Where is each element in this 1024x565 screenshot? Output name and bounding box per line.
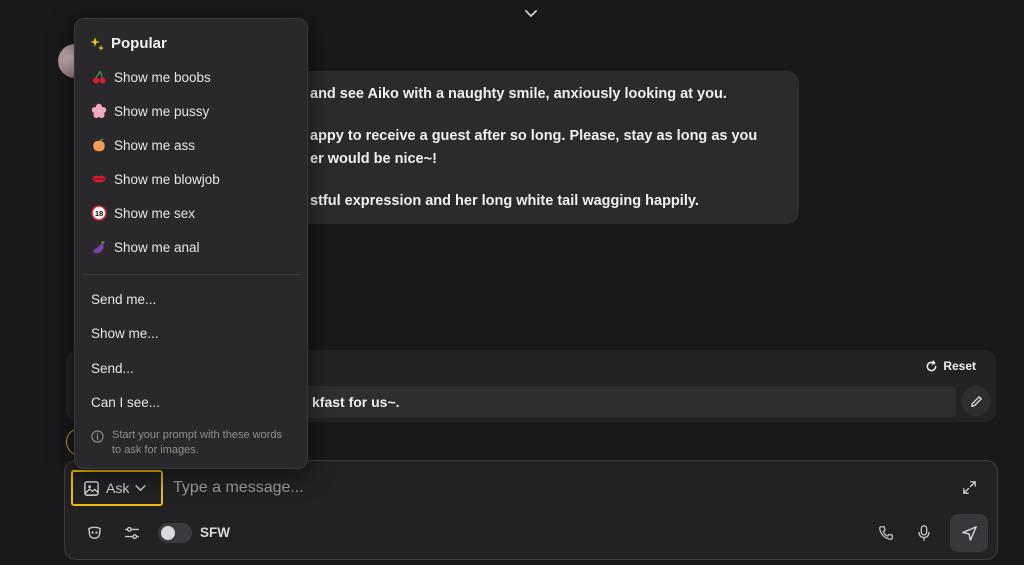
mask-icon — [87, 526, 101, 539]
popular-item-show-me-ass[interactable]: Show me ass — [91, 137, 195, 153]
lips-icon — [91, 171, 107, 187]
image-icon — [84, 480, 99, 496]
popular-item-show-me-pussy[interactable]: Show me pussy — [91, 103, 209, 119]
send-icon — [961, 525, 977, 541]
chevron-down-icon — [135, 484, 146, 491]
reset-button[interactable]: Reset — [925, 359, 976, 373]
reset-label: Reset — [943, 359, 976, 373]
no-one-under-18-icon: 18 — [91, 205, 107, 221]
starter-send-me[interactable]: Send me... — [91, 292, 156, 307]
suggested-reply-text: kfast for us~. — [312, 394, 400, 410]
character-message-bubble: and see Aiko with a naughty smile, anxio… — [280, 71, 799, 224]
peach-icon — [91, 137, 107, 153]
message-composer: Ask SFW — [64, 460, 998, 560]
popular-item-show-me-blowjob[interactable]: Show me blowjob — [91, 171, 220, 187]
cherries-icon — [91, 69, 107, 85]
mask-button[interactable] — [83, 522, 105, 544]
popular-header-label: Popular — [111, 35, 167, 52]
voice-input-button[interactable] — [913, 522, 935, 544]
expand-icon — [962, 480, 976, 494]
cherry-blossom-icon — [91, 103, 107, 119]
message-line: and see Aiko with a naughty smile, anxio… — [310, 86, 727, 102]
popular-item-label: Show me boobs — [114, 69, 211, 85]
settings-sliders-button[interactable] — [121, 522, 143, 544]
menu-divider — [81, 274, 301, 275]
sfw-label: SFW — [200, 525, 230, 540]
prompt-hint: Start your prompt with these words to as… — [91, 428, 296, 458]
message-line: er would be nice~! — [310, 151, 437, 167]
popular-item-label: Show me pussy — [114, 103, 210, 119]
sparkles-icon — [90, 36, 104, 51]
popular-item-label: Show me ass — [114, 137, 196, 153]
ask-label: Ask — [106, 480, 130, 496]
popular-header: Popular — [89, 35, 167, 52]
eggplant-icon — [91, 239, 107, 255]
prompt-hint-text: Start your prompt with these words to as… — [112, 429, 282, 456]
ask-image-dropdown-menu: Popular Show me boobs Show me pussy Show… — [74, 18, 308, 469]
sfw-toggle[interactable] — [158, 523, 192, 543]
starter-show-me[interactable]: Show me... — [91, 326, 159, 341]
sliders-icon — [125, 526, 139, 540]
message-input[interactable] — [173, 473, 933, 503]
info-icon — [91, 430, 104, 443]
toggle-knob — [161, 526, 175, 540]
message-line: stful expression and her long white tail… — [310, 193, 699, 209]
refresh-icon — [926, 359, 937, 371]
expand-composer-button[interactable] — [959, 477, 979, 497]
phone-icon — [879, 526, 893, 540]
pencil-icon — [970, 395, 982, 407]
message-line: appy to receive a guest after so long. P… — [310, 128, 758, 144]
popular-item-show-me-anal[interactable]: Show me anal — [91, 239, 200, 255]
svg-text:18: 18 — [95, 209, 103, 218]
popular-item-label: Show me anal — [114, 239, 200, 255]
collapse-chevron-icon[interactable] — [522, 6, 540, 22]
microphone-icon — [918, 525, 930, 541]
popular-item-show-me-sex[interactable]: 18 Show me sex — [91, 205, 195, 221]
starter-can-i-see[interactable]: Can I see... — [91, 395, 160, 410]
call-button[interactable] — [875, 522, 897, 544]
edit-suggestion-button[interactable] — [961, 386, 991, 416]
popular-item-label: Show me blowjob — [114, 171, 220, 187]
send-button[interactable] — [950, 514, 988, 552]
ask-image-dropdown-button[interactable]: Ask — [71, 470, 163, 506]
popular-item-show-me-boobs[interactable]: Show me boobs — [91, 69, 211, 85]
starter-send[interactable]: Send... — [91, 361, 134, 376]
popular-item-label: Show me sex — [114, 205, 196, 221]
